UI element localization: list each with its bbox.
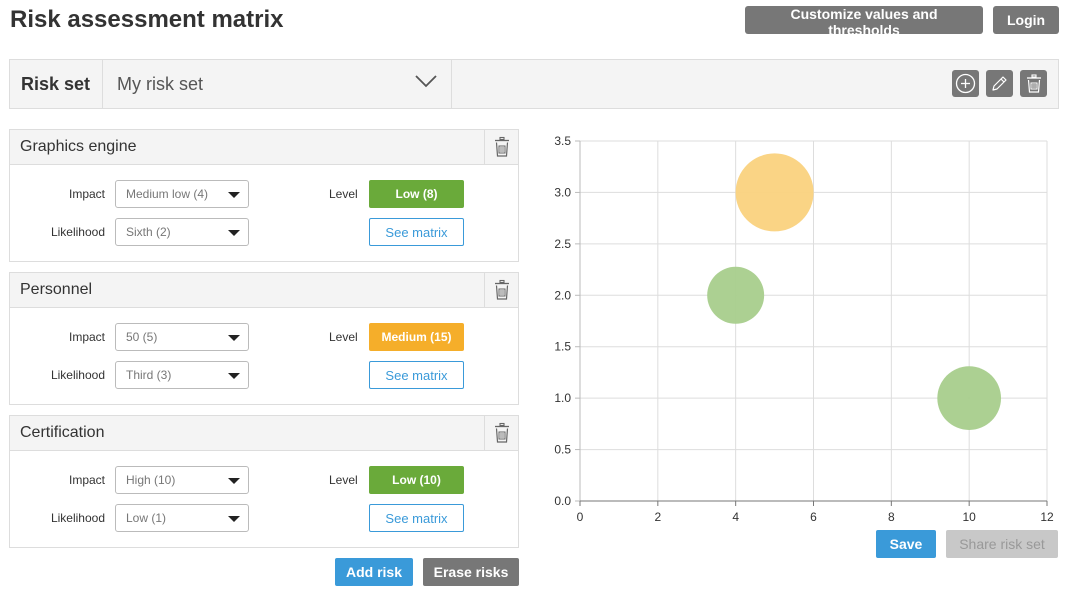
- impact-label: Impact: [68, 330, 105, 344]
- x-tick-label: 6: [810, 510, 817, 524]
- likelihood-label: Likelihood: [50, 225, 105, 239]
- risk-set-select[interactable]: My risk set: [103, 60, 452, 108]
- risk-card: Graphics engine Impact Medium low (4) Li…: [9, 129, 519, 262]
- impact-label: Impact: [68, 187, 105, 201]
- impact-value: 50 (5): [126, 330, 158, 344]
- customize-values-button[interactable]: Customize values and thresholds: [745, 6, 983, 38]
- caret-down-icon: [228, 373, 240, 379]
- likelihood-value: Sixth (2): [126, 225, 171, 239]
- likelihood-value: Third (3): [126, 368, 172, 382]
- bubble-graphics-engine[interactable]: [707, 266, 765, 324]
- delete-risk-button[interactable]: [484, 416, 518, 450]
- level-badge: Low (10): [369, 466, 464, 494]
- risk-card: Personnel Impact 50 (5) Likelihood Third…: [9, 272, 519, 405]
- x-tick-label: 0: [577, 510, 584, 524]
- y-tick-label: 0.5: [554, 443, 571, 457]
- impact-select[interactable]: Medium low (4): [115, 180, 249, 208]
- save-button[interactable]: Save: [876, 530, 936, 558]
- risk-name: Personnel: [20, 281, 93, 298]
- level-label: Level: [329, 473, 358, 487]
- impact-select[interactable]: High (10): [115, 466, 249, 494]
- trash-icon: [494, 136, 509, 157]
- caret-down-icon: [228, 335, 240, 341]
- page-title: Risk assessment matrix: [10, 6, 284, 33]
- impact-value: Medium low (4): [126, 187, 209, 201]
- likelihood-select[interactable]: Sixth (2): [115, 218, 249, 246]
- level-badge: Medium (15): [369, 323, 464, 351]
- likelihood-select[interactable]: Low (1): [115, 504, 249, 532]
- y-tick-label: 1.0: [554, 391, 571, 405]
- risk-card-header: Certification: [10, 416, 518, 451]
- edit-risk-set-button[interactable]: [986, 70, 1013, 97]
- level-badge: Low (8): [369, 180, 464, 208]
- likelihood-value: Low (1): [126, 511, 167, 525]
- add-circle-icon: [955, 73, 976, 94]
- y-tick-label: 1.5: [554, 340, 571, 354]
- y-tick-label: 2.0: [554, 288, 571, 302]
- pencil-icon: [992, 76, 1007, 91]
- likelihood-select[interactable]: Third (3): [115, 361, 249, 389]
- caret-down-icon: [228, 192, 240, 198]
- risk-card-header: Graphics engine: [10, 130, 518, 165]
- x-tick-label: 8: [888, 510, 895, 524]
- y-tick-label: 3.0: [554, 185, 571, 199]
- impact-select[interactable]: 50 (5): [115, 323, 249, 351]
- chart-grid: [580, 140, 1048, 501]
- x-tick-label: 2: [654, 510, 661, 524]
- risk-name: Graphics engine: [20, 138, 137, 155]
- impact-label: Impact: [68, 473, 105, 487]
- bubble-personnel[interactable]: [735, 153, 814, 232]
- bubble-certification[interactable]: [937, 366, 1002, 430]
- risk-set-bar: Risk set My risk set: [9, 59, 1059, 109]
- caret-down-icon: [228, 478, 240, 484]
- add-risk-button[interactable]: Add risk: [335, 558, 413, 586]
- trash-icon: [1026, 73, 1041, 93]
- x-tick-label: 10: [962, 510, 976, 524]
- y-tick-label: 2.5: [554, 237, 571, 251]
- level-label: Level: [329, 330, 358, 344]
- see-matrix-button[interactable]: See matrix: [369, 504, 464, 532]
- risk-name: Certification: [20, 424, 105, 441]
- caret-down-icon: [228, 516, 240, 522]
- see-matrix-button[interactable]: See matrix: [369, 218, 464, 246]
- share-risk-set-button: Share risk set: [946, 530, 1058, 558]
- add-risk-set-button[interactable]: [952, 70, 979, 97]
- impact-value: High (10): [126, 473, 176, 487]
- login-button[interactable]: Login: [993, 6, 1059, 34]
- delete-risk-button[interactable]: [484, 130, 518, 164]
- likelihood-label: Likelihood: [50, 511, 105, 525]
- trash-icon: [494, 422, 509, 443]
- y-tick-label: 3.5: [554, 134, 571, 148]
- risk-set-label: Risk set: [10, 60, 103, 108]
- x-tick-label: 12: [1040, 510, 1054, 524]
- caret-down-icon: [228, 230, 240, 236]
- delete-risk-set-button[interactable]: [1020, 70, 1047, 97]
- chevron-down-icon: [415, 75, 437, 88]
- risk-set-selected-value: My risk set: [117, 74, 204, 94]
- delete-risk-button[interactable]: [484, 273, 518, 307]
- x-tick-label: 4: [732, 510, 739, 524]
- erase-risks-button[interactable]: Erase risks: [423, 558, 519, 586]
- trash-icon: [494, 279, 509, 300]
- chart-bubbles: [707, 153, 1002, 430]
- level-label: Level: [329, 187, 358, 201]
- risk-card-header: Personnel: [10, 273, 518, 308]
- y-tick-label: 0.0: [554, 494, 571, 508]
- see-matrix-button[interactable]: See matrix: [369, 361, 464, 389]
- risk-bubble-chart: 0.0 0.5 1.0 1.5 2.0 2.5 3.0 3.5 0 2 4 6 8 10 12: [554, 134, 1054, 524]
- risk-card: Certification Impact High (10) Likelihoo…: [9, 415, 519, 548]
- likelihood-label: Likelihood: [50, 368, 105, 382]
